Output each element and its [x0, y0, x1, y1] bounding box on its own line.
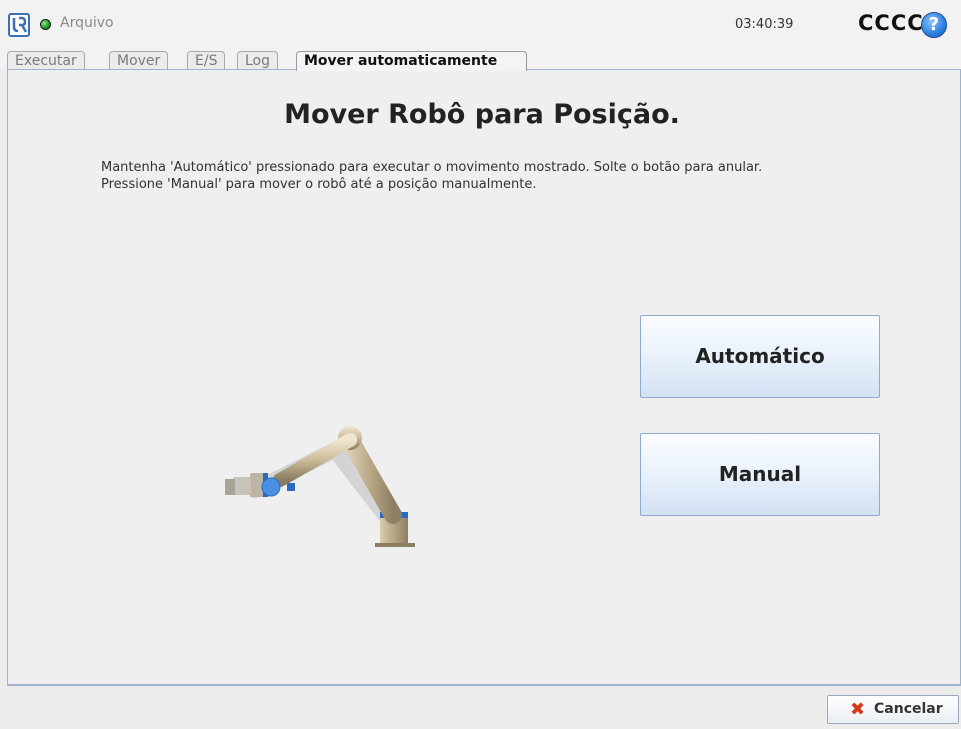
- clock: 03:40:39: [735, 17, 794, 32]
- main-panel: Mover Robô para Posição. Mantenha 'Autom…: [7, 69, 961, 685]
- page-title: Mover Robô para Posição.: [284, 99, 680, 130]
- ur-logo-icon: [8, 13, 30, 37]
- instruction-line-1: Mantenha 'Automático' pressionado para e…: [101, 160, 763, 175]
- automatic-button[interactable]: Automático: [640, 315, 880, 398]
- file-menu[interactable]: Arquivo: [60, 15, 114, 31]
- cancel-button[interactable]: ✖ Cancelar: [827, 695, 959, 724]
- tab-log[interactable]: Log: [237, 51, 279, 70]
- robot-arm-preview: [225, 426, 415, 547]
- tab-bar: Executar Mover E/S Log Mover automaticam…: [0, 46, 961, 71]
- robot-name: CCCC: [858, 11, 924, 35]
- footer-bar: ✖ Cancelar: [0, 686, 961, 729]
- tab-executar[interactable]: Executar: [7, 51, 85, 70]
- robot-status-indicator-icon: [40, 19, 51, 30]
- close-icon: ✖: [850, 699, 866, 720]
- instructions: Mantenha 'Automático' pressionado para e…: [101, 159, 921, 193]
- tab-mover[interactable]: Mover: [109, 51, 169, 70]
- instruction-line-2: Pressione 'Manual' para mover o robô até…: [101, 177, 537, 192]
- help-icon[interactable]: ?: [921, 12, 947, 38]
- manual-button[interactable]: Manual: [640, 433, 880, 516]
- top-bar: Arquivo 03:40:39 CCCC ?: [0, 0, 961, 46]
- cancel-label: Cancelar: [874, 701, 943, 717]
- tab-es[interactable]: E/S: [187, 51, 226, 70]
- tab-mover-automaticamente[interactable]: Mover automaticamente: [296, 51, 527, 71]
